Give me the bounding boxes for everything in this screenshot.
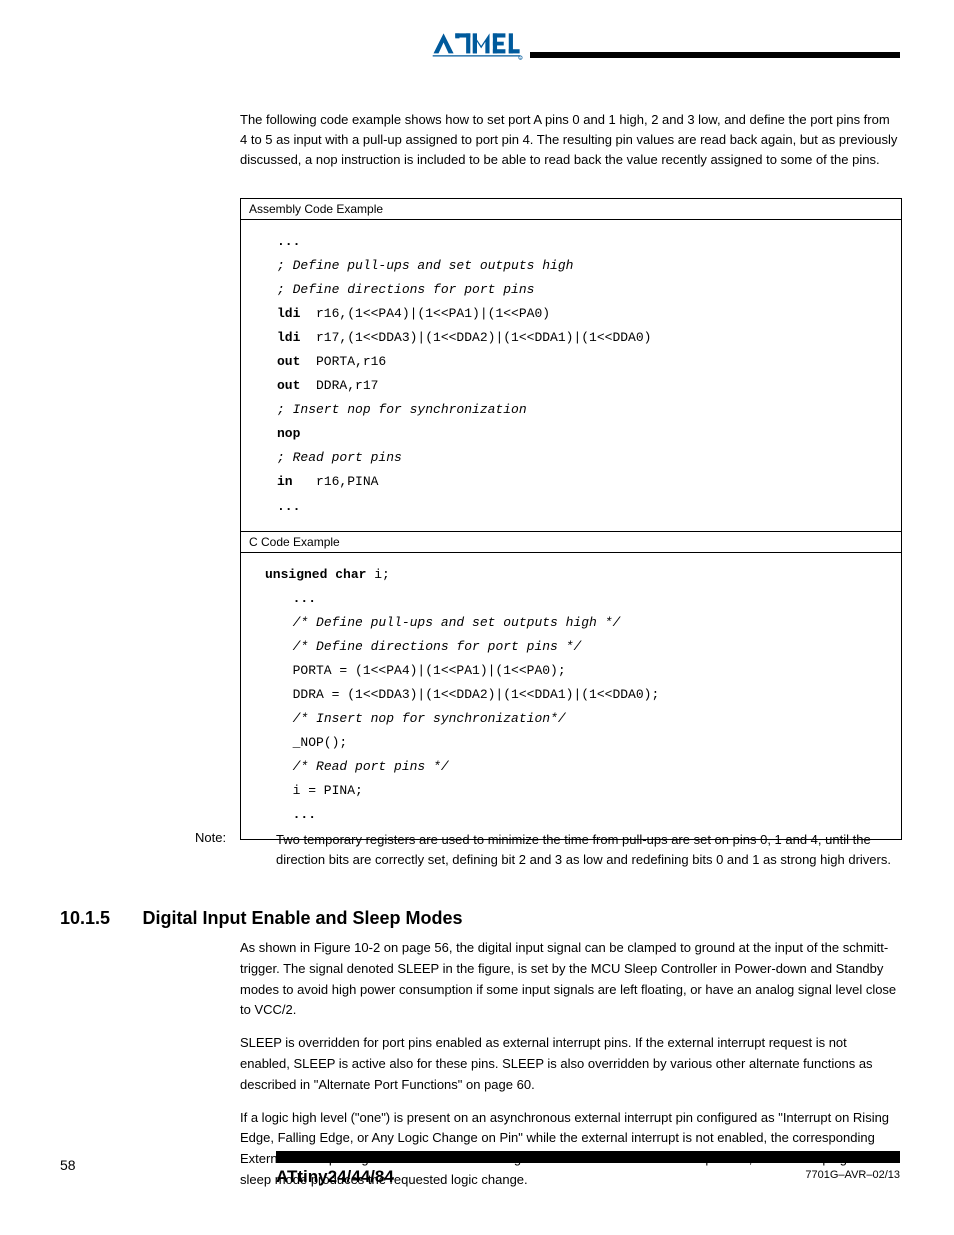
section-heading: 10.1.5 Digital Input Enable and Sleep Mo… (60, 908, 900, 929)
doc-code: 7701G–AVR–02/13 (805, 1169, 900, 1181)
c-example-body: unsigned char i; ... /* Define pull-ups … (241, 553, 901, 841)
intro-paragraph: The following code example shows how to … (240, 110, 900, 170)
page-number: 58 (60, 1157, 76, 1173)
header-rule (530, 52, 900, 58)
doc-title: ATtiny24/44/84 (276, 1167, 394, 1187)
note-label: Note: (195, 830, 226, 845)
note-body: Two temporary registers are used to mini… (276, 830, 896, 870)
code-example-box: Assembly Code Example ... ; Define pull-… (240, 198, 902, 840)
footer-rule (276, 1151, 900, 1163)
asm-example-body: ... ; Define pull-ups and set outputs hi… (241, 220, 901, 532)
header-logo-wrap: R (0, 30, 954, 65)
section-p1: As shown in Figure 10-2 on page 56, the … (240, 938, 900, 1021)
section-number: 10.1.5 (60, 908, 110, 928)
c-example-header: C Code Example (241, 532, 901, 553)
asm-code: ... ; Define pull-ups and set outputs hi… (241, 230, 901, 519)
page-footer: 58 ATtiny24/44/84 7701G–AVR–02/13 (60, 1151, 900, 1195)
section-p2: SLEEP is overridden for port pins enable… (240, 1033, 900, 1095)
atmel-logo: R (431, 30, 523, 65)
section-title: Digital Input Enable and Sleep Modes (143, 908, 463, 928)
asm-example-header: Assembly Code Example (241, 199, 901, 220)
c-code: unsigned char i; ... /* Define pull-ups … (241, 563, 901, 828)
